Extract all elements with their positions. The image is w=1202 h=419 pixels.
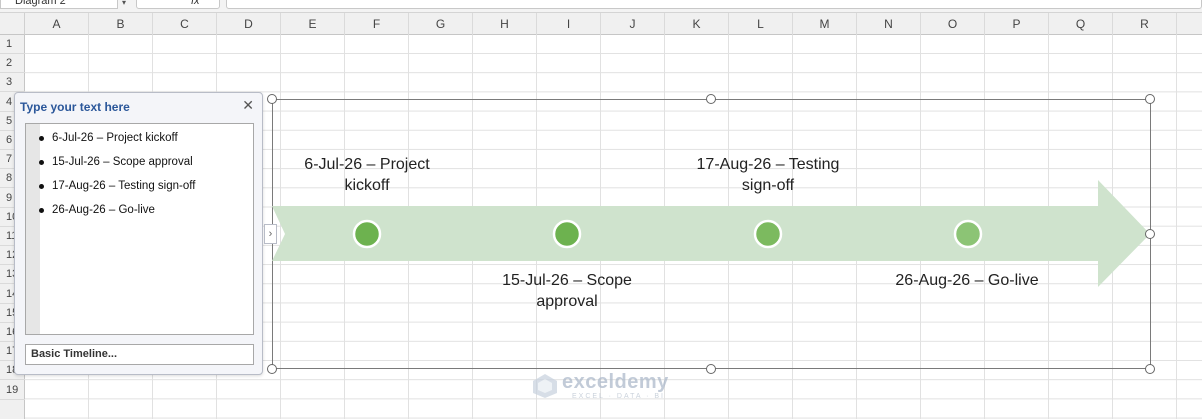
column-header-k[interactable]: K [665, 13, 729, 35]
text-pane-toggle-chevron-icon[interactable]: › [264, 224, 277, 244]
text-pane-item[interactable]: 15-Jul-26 – Scope approval [39, 153, 193, 171]
column-header-c[interactable]: C [153, 13, 217, 35]
resize-handle-bottom-middle[interactable] [706, 364, 716, 374]
event-label-4[interactable]: 26-Aug-26 – Go-live [887, 270, 1047, 291]
event-marker-3 [753, 219, 783, 249]
column-header-n[interactable]: N [857, 13, 921, 35]
name-box[interactable]: Diagram 2 [0, 0, 118, 9]
timeline-arrow [272, 180, 1150, 287]
event-label-4-line1: 26-Aug-26 – Go-live [895, 272, 1039, 289]
bullet-icon [39, 160, 44, 165]
event-marker-1 [352, 219, 382, 249]
row-header-19[interactable]: 19 [0, 381, 25, 400]
bullet-icon [39, 136, 44, 141]
row-header-2[interactable]: 2 [0, 54, 25, 74]
watermark-tagline: EXCEL · DATA · BI [572, 393, 665, 400]
exceldemy-logo-icon [533, 374, 557, 398]
column-header-g[interactable]: G [409, 13, 473, 35]
resize-handle-top-middle[interactable] [706, 94, 716, 104]
basic-timeline-link[interactable]: Basic Timeline... [25, 344, 254, 365]
event-label-1-line1: 6-Jul-26 – Project [304, 156, 430, 173]
event-label-2-line2: approval [536, 293, 598, 310]
name-box-dropdown-icon[interactable]: ▾ [122, 0, 126, 7]
text-pane-item-label: 6-Jul-26 – Project kickoff [52, 132, 178, 144]
text-pane-gutter [26, 124, 40, 334]
formula-bar: Diagram 2 ▾ fx [0, 0, 1202, 13]
event-label-3-line1: 17-Aug-26 – Testing [696, 156, 840, 173]
column-header-b[interactable]: B [89, 13, 153, 35]
text-pane-title: Type your text here [20, 100, 130, 114]
resize-handle-top-right[interactable] [1145, 94, 1155, 104]
text-pane-item[interactable]: 26-Aug-26 – Go-live [39, 201, 155, 219]
text-pane-list[interactable]: 6-Jul-26 – Project kickoff 15-Jul-26 – S… [25, 123, 254, 335]
row-header-3[interactable]: 3 [0, 73, 25, 93]
event-label-1[interactable]: 6-Jul-26 – Project kickoff [297, 154, 437, 196]
column-header-h[interactable]: H [473, 13, 537, 35]
resize-handle-middle-right[interactable] [1145, 229, 1155, 239]
fx-button[interactable]: fx [136, 0, 220, 9]
column-header-d[interactable]: D [217, 13, 281, 35]
text-pane-item[interactable]: 17-Aug-26 – Testing sign-off [39, 177, 196, 195]
column-header-q[interactable]: Q [1049, 13, 1113, 35]
close-icon[interactable]: ✕ [242, 97, 254, 113]
event-label-3-line2: sign-off [741, 177, 795, 194]
resize-handle-top-left[interactable] [267, 94, 277, 104]
column-header-i[interactable]: I [537, 13, 601, 35]
smartart-text-pane: Type your text here ✕ 6-Jul-26 – Project… [14, 92, 263, 375]
row-header-1[interactable]: 1 [0, 35, 25, 54]
formula-input[interactable] [226, 0, 1202, 9]
column-header-f[interactable]: F [345, 13, 409, 35]
text-pane-item[interactable]: 6-Jul-26 – Project kickoff [39, 129, 178, 147]
column-header-a[interactable]: A [25, 13, 89, 35]
column-header-j[interactable]: J [601, 13, 665, 35]
column-header-o[interactable]: O [921, 13, 985, 35]
column-header-m[interactable]: M [793, 13, 857, 35]
column-header-e[interactable]: E [281, 13, 345, 35]
resize-handle-bottom-left[interactable] [267, 364, 277, 374]
bullet-icon [39, 208, 44, 213]
column-header-r[interactable]: R [1113, 13, 1177, 35]
event-label-2-line1: 15-Jul-26 – Scope [502, 272, 632, 289]
select-all-corner[interactable] [0, 13, 25, 35]
text-pane-item-label: 15-Jul-26 – Scope approval [52, 156, 193, 168]
resize-handle-bottom-right[interactable] [1145, 364, 1155, 374]
event-label-1-line2: kickoff [344, 177, 390, 194]
event-marker-4 [953, 219, 983, 249]
event-label-2[interactable]: 15-Jul-26 – Scope approval [492, 270, 642, 312]
text-pane-item-label: 17-Aug-26 – Testing sign-off [52, 180, 196, 192]
event-marker-2 [552, 219, 582, 249]
column-header-l[interactable]: L [729, 13, 793, 35]
column-headers: ABCDEFGHIJKLMNOPQR [25, 13, 1202, 35]
event-label-3[interactable]: 17-Aug-26 – Testing sign-off [687, 154, 849, 196]
bullet-icon [39, 184, 44, 189]
text-pane-item-label: 26-Aug-26 – Go-live [52, 204, 155, 216]
watermark-name: exceldemy [562, 371, 669, 393]
column-header-p[interactable]: P [985, 13, 1049, 35]
